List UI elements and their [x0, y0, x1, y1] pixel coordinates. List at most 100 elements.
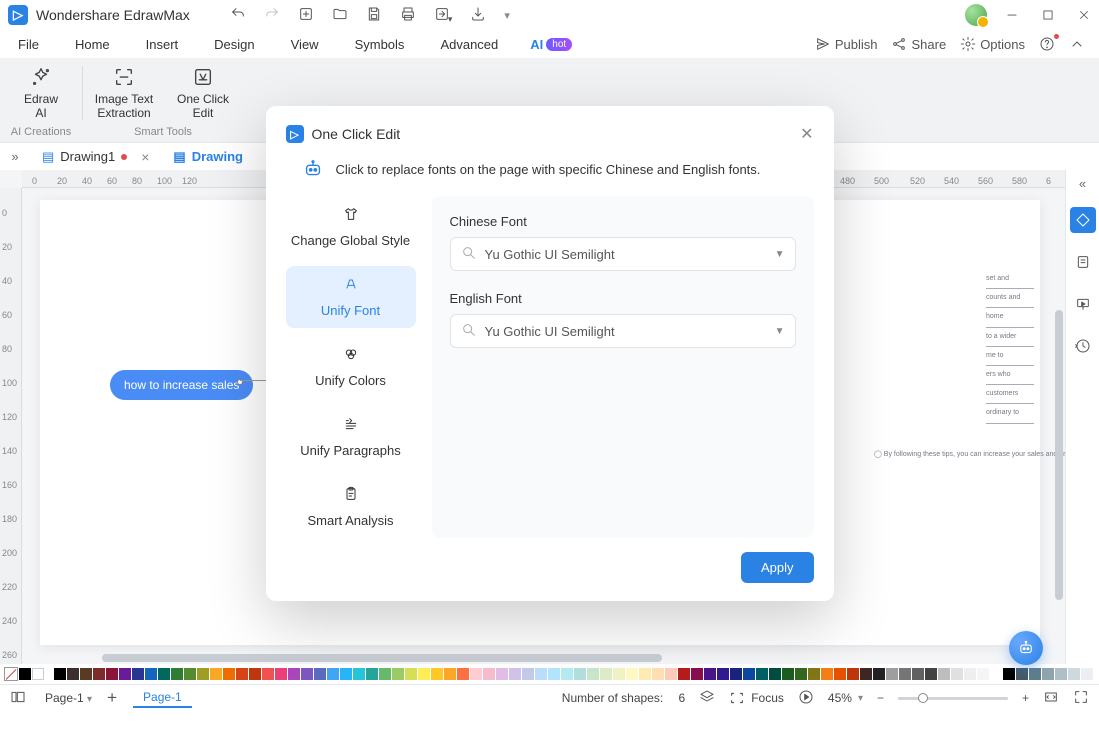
swatch[interactable] [106, 668, 118, 680]
swatch[interactable] [808, 668, 820, 680]
swatch[interactable] [483, 668, 495, 680]
swatch[interactable] [54, 668, 66, 680]
doc-tab-drawing1[interactable]: ▤ Drawing1 × [30, 143, 161, 171]
swatch[interactable] [184, 668, 196, 680]
tool-image-text-extraction[interactable]: Image TextExtraction [84, 64, 164, 121]
swatch[interactable] [145, 668, 157, 680]
apply-button[interactable]: Apply [741, 552, 814, 583]
swatch[interactable] [405, 668, 417, 680]
menu-view[interactable]: View [273, 30, 337, 58]
swatch[interactable] [522, 668, 534, 680]
side-smart-analysis[interactable]: Smart Analysis [286, 476, 416, 538]
focus-button[interactable]: Focus [729, 690, 784, 706]
swatch[interactable] [431, 668, 443, 680]
swatch[interactable] [977, 668, 989, 680]
swatch[interactable] [392, 668, 404, 680]
swatch[interactable] [964, 668, 976, 680]
swatch[interactable] [1003, 668, 1015, 680]
import-icon[interactable] [470, 6, 486, 25]
swatch[interactable] [717, 668, 729, 680]
side-unify-paragraphs[interactable]: Unify Paragraphs [286, 406, 416, 468]
swatch[interactable] [301, 668, 313, 680]
swatch[interactable] [158, 668, 170, 680]
swatch[interactable] [756, 668, 768, 680]
ai-chat-bubble[interactable] [1009, 631, 1043, 665]
swatch[interactable] [795, 668, 807, 680]
swatch[interactable] [912, 668, 924, 680]
menu-insert[interactable]: Insert [128, 30, 197, 58]
swatch[interactable] [470, 668, 482, 680]
side-change-global-style[interactable]: Change Global Style [286, 196, 416, 258]
options-button[interactable]: Options [960, 36, 1025, 52]
side-unify-colors[interactable]: Unify Colors [286, 336, 416, 398]
swatch[interactable] [899, 668, 911, 680]
swatch[interactable] [821, 668, 833, 680]
menu-advanced[interactable]: Advanced [422, 30, 516, 58]
user-avatar[interactable] [965, 4, 987, 26]
right-panel-expand[interactable]: « [1079, 176, 1086, 191]
english-font-select[interactable]: Yu Gothic UI Semilight ▼ [450, 314, 796, 348]
swatch[interactable] [314, 668, 326, 680]
swatch[interactable] [457, 668, 469, 680]
side-unify-font[interactable]: Unify Font [286, 266, 416, 328]
swatch[interactable] [262, 668, 274, 680]
tool-one-click-edit[interactable]: One ClickEdit [164, 64, 242, 121]
collapse-ribbon-button[interactable] [1069, 36, 1085, 52]
swatch[interactable] [275, 668, 287, 680]
swatch[interactable] [860, 668, 872, 680]
fit-page-icon[interactable] [1043, 689, 1059, 708]
swatch[interactable] [119, 668, 131, 680]
swatch[interactable] [613, 668, 625, 680]
swatch[interactable] [691, 668, 703, 680]
swatch[interactable] [496, 668, 508, 680]
page-tab[interactable]: Page-1 [133, 688, 192, 708]
fullscreen-icon[interactable] [1073, 689, 1089, 708]
menu-ai[interactable]: AI hot [516, 30, 586, 58]
swatch[interactable] [639, 668, 651, 680]
publish-button[interactable]: Publish [815, 36, 878, 52]
dialog-close-button[interactable]: ✕ [800, 124, 813, 144]
swatch[interactable] [379, 668, 391, 680]
swatch[interactable] [1042, 668, 1054, 680]
swatch[interactable] [548, 668, 560, 680]
pane-layout-icon[interactable] [10, 689, 26, 708]
swatch[interactable] [743, 668, 755, 680]
swatch[interactable] [678, 668, 690, 680]
swatch[interactable] [236, 668, 248, 680]
qat-overflow-icon[interactable]: ▾ [504, 9, 510, 22]
chinese-font-select[interactable]: Yu Gothic UI Semilight ▼ [450, 237, 796, 271]
save-icon[interactable] [366, 6, 382, 25]
swatch[interactable] [210, 668, 222, 680]
add-page-button[interactable]: + [107, 688, 117, 708]
swatch[interactable] [1068, 668, 1080, 680]
swatch[interactable] [587, 668, 599, 680]
swatch[interactable] [925, 668, 937, 680]
swatch[interactable] [886, 668, 898, 680]
notes-panel-button[interactable] [1070, 249, 1096, 275]
print-icon[interactable] [400, 6, 416, 25]
swatch[interactable] [223, 668, 235, 680]
swatch[interactable] [67, 668, 79, 680]
close-button[interactable] [1077, 8, 1091, 22]
help-button[interactable] [1039, 36, 1055, 52]
maximize-button[interactable] [1041, 8, 1055, 22]
close-tab-icon[interactable]: × [141, 149, 149, 165]
swatch[interactable] [535, 668, 547, 680]
zoom-out-icon[interactable]: − [877, 691, 884, 705]
swatch[interactable] [327, 668, 339, 680]
swatch[interactable] [288, 668, 300, 680]
new-icon[interactable] [298, 6, 314, 25]
swatch[interactable] [340, 668, 352, 680]
zoom-in-icon[interactable]: + [1022, 691, 1029, 705]
zoom-slider[interactable] [898, 697, 1008, 700]
doc-tab-drawing2[interactable]: ▤ Drawing [161, 143, 255, 171]
history-panel-button[interactable] [1070, 333, 1096, 359]
swatch[interactable] [561, 668, 573, 680]
undo-icon[interactable] [230, 6, 246, 25]
styles-panel-button[interactable] [1070, 207, 1096, 233]
swatch[interactable] [32, 668, 44, 680]
swatch[interactable] [769, 668, 781, 680]
nofill-swatch[interactable] [4, 667, 18, 681]
swatch[interactable] [847, 668, 859, 680]
swatch[interactable] [171, 668, 183, 680]
